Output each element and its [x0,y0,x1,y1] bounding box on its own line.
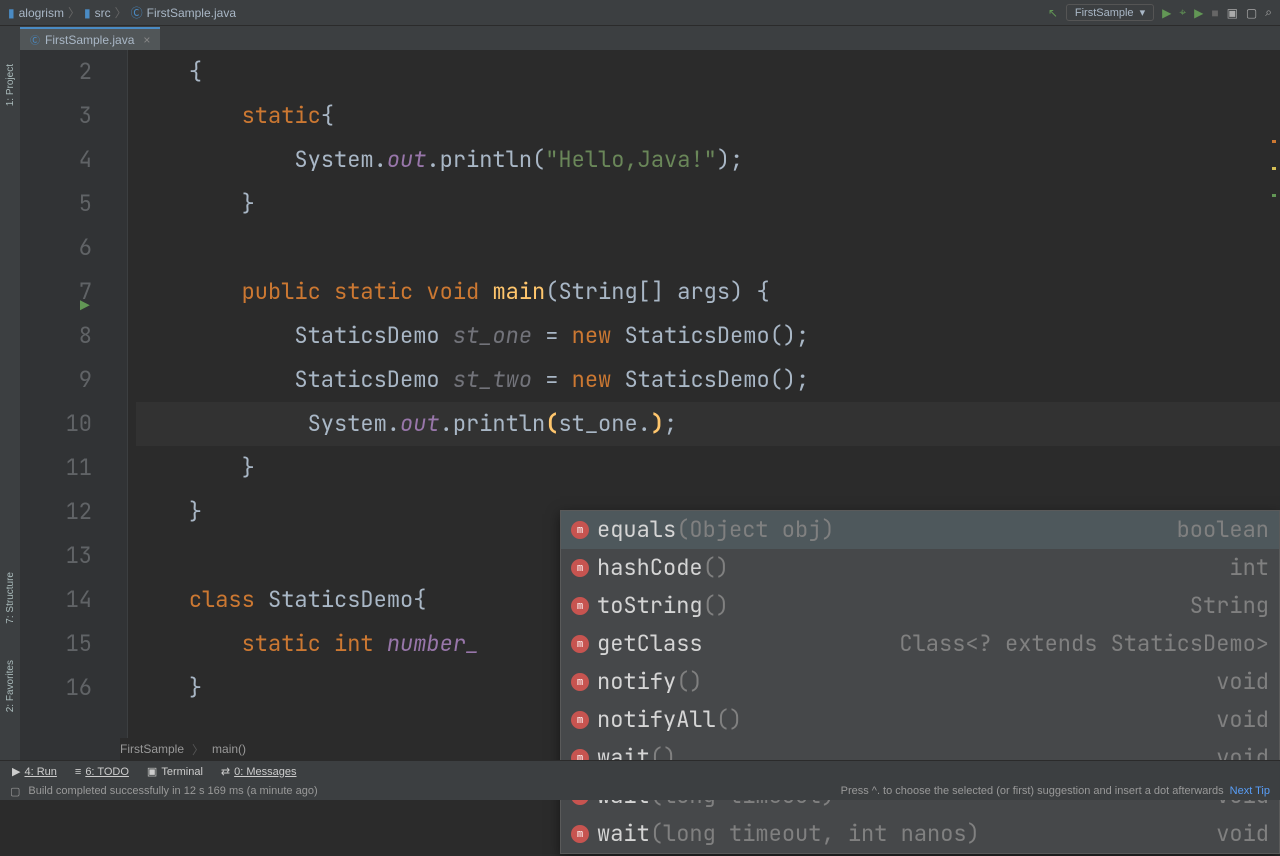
editor[interactable]: 23456▶78910111213141516 { static{ System… [20,50,1280,760]
line-number: 6 [20,226,92,270]
completion-item[interactable]: mnotifyAll()void [561,701,1279,739]
run-config-name: FirstSample [1075,7,1134,19]
tool-run[interactable]: ▶ 4: Run [12,765,57,778]
editor-tabs: Ⓒ FirstSample.java × [20,26,1280,50]
tool-todo[interactable]: ≡ 6: TODO [75,766,129,778]
chevron-down-icon: ▾ [1140,6,1146,19]
gutter: 23456▶78910111213141516 [20,50,110,760]
line-number: 10 [20,402,92,446]
line-number: 16 [20,666,92,710]
class-icon: Ⓒ [131,4,143,21]
line-number: 3 [20,94,92,138]
code-line[interactable]: } [136,446,1280,490]
code-line[interactable]: System.out.println(st_one.); [136,402,1280,446]
tool-messages[interactable]: ⇄ 0: Messages [221,765,297,778]
completion-item[interactable]: mwait(long timeout, int nanos)void [561,815,1279,853]
status-icon[interactable]: ▢ [10,785,20,798]
code-line[interactable]: StaticsDemo st_two = new StaticsDemo(); [136,358,1280,402]
settings-icon[interactable]: ▢ [1246,6,1257,20]
layout-icon[interactable]: ▣ [1227,6,1238,20]
breadcrumb-project[interactable]: alogrism [19,6,64,20]
top-actions: ↖ FirstSample ▾ ▶ ⌖ ▶ ■ ▣ ▢ ⌕ [1048,4,1272,21]
run-config-selector[interactable]: FirstSample ▾ [1066,4,1154,21]
fold-column [110,50,128,760]
code-line[interactable]: } [136,182,1280,226]
code-completion-popup[interactable]: mequals(Object obj)booleanmhashCode()int… [560,510,1280,854]
crumb-method[interactable]: main() [212,742,246,756]
search-icon[interactable]: ⌕ [1265,5,1272,20]
line-number: 5 [20,182,92,226]
line-number: 2 [20,50,92,94]
method-icon: m [571,559,589,577]
tab-label: FirstSample.java [45,33,134,47]
code-breadcrumbs: FirstSample 〉 main() [120,738,246,760]
status-bar: ▢ Build completed successfully in 12 s 1… [0,782,1280,800]
code-line[interactable]: static{ [136,94,1280,138]
coverage-icon[interactable]: ▶ [1194,6,1203,20]
completion-item[interactable]: mtoString()String [561,587,1279,625]
run-icon[interactable]: ▶ [1162,6,1171,20]
code-line[interactable]: public static void main(String[] args) { [136,270,1280,314]
sidebar-favorites[interactable]: 2: Favorites [3,652,18,720]
stop-icon[interactable]: ■ [1211,6,1218,20]
method-icon: m [571,825,589,843]
method-icon: m [571,673,589,691]
completion-item[interactable]: mnotify()void [561,663,1279,701]
chevron-right-icon: 〉 [115,4,127,21]
method-icon: m [571,521,589,539]
method-icon: m [571,711,589,729]
folder-icon: ▮ [84,6,91,20]
crumb-class[interactable]: FirstSample [120,742,184,756]
error-stripe [1272,140,1276,197]
code-line[interactable]: StaticsDemo st_one = new StaticsDemo(); [136,314,1280,358]
left-tool-rail: 1: Project 7: Structure 2: Favorites [0,26,20,760]
run-line-icon[interactable]: ▶ [80,284,90,328]
method-icon: m [571,597,589,615]
breadcrumb: ▮ alogrism 〉 ▮ src 〉 Ⓒ FirstSample.java [8,4,1048,21]
code-line[interactable] [136,226,1280,270]
build-icon[interactable]: ↖ [1048,6,1058,20]
editor-area: Ⓒ FirstSample.java × 23456▶7891011121314… [20,26,1280,760]
sidebar-structure[interactable]: 7: Structure [3,564,18,632]
close-icon[interactable]: × [143,33,150,47]
breadcrumb-file[interactable]: FirstSample.java [147,6,236,20]
debug-icon[interactable]: ⌖ [1179,5,1186,20]
class-icon: Ⓒ [30,32,40,47]
line-number: 4 [20,138,92,182]
chevron-right-icon: 〉 [68,4,80,21]
completion-item[interactable]: mequals(Object obj)boolean [561,511,1279,549]
breadcrumb-folder[interactable]: src [95,6,111,20]
completion-item[interactable]: mhashCode()int [561,549,1279,587]
chevron-right-icon: 〉 [192,741,204,758]
line-number: 13 [20,534,92,578]
folder-icon: ▮ [8,6,15,20]
code-line[interactable]: System.out.println("Hello,Java!"); [136,138,1280,182]
top-bar: ▮ alogrism 〉 ▮ src 〉 Ⓒ FirstSample.java … [0,0,1280,26]
method-icon: m [571,635,589,653]
tool-terminal[interactable]: ▣ Terminal [147,765,203,778]
line-number: 15 [20,622,92,666]
code-line[interactable]: { [136,50,1280,94]
line-number: 9 [20,358,92,402]
build-status: Build completed successfully in 12 s 169… [28,785,840,797]
line-number: 14 [20,578,92,622]
editor-tab[interactable]: Ⓒ FirstSample.java × [20,27,160,50]
line-number: 12 [20,490,92,534]
line-number: 11 [20,446,92,490]
tip-text: Press ^. to choose the selected (or firs… [841,785,1224,797]
next-tip-link[interactable]: Next Tip [1230,785,1270,797]
completion-item[interactable]: mgetClassClass<? extends StaticsDemo> [561,625,1279,663]
sidebar-project[interactable]: 1: Project [3,56,18,114]
bottom-tool-bar: ▶ 4: Run ≡ 6: TODO ▣ Terminal ⇄ 0: Messa… [0,760,1280,782]
